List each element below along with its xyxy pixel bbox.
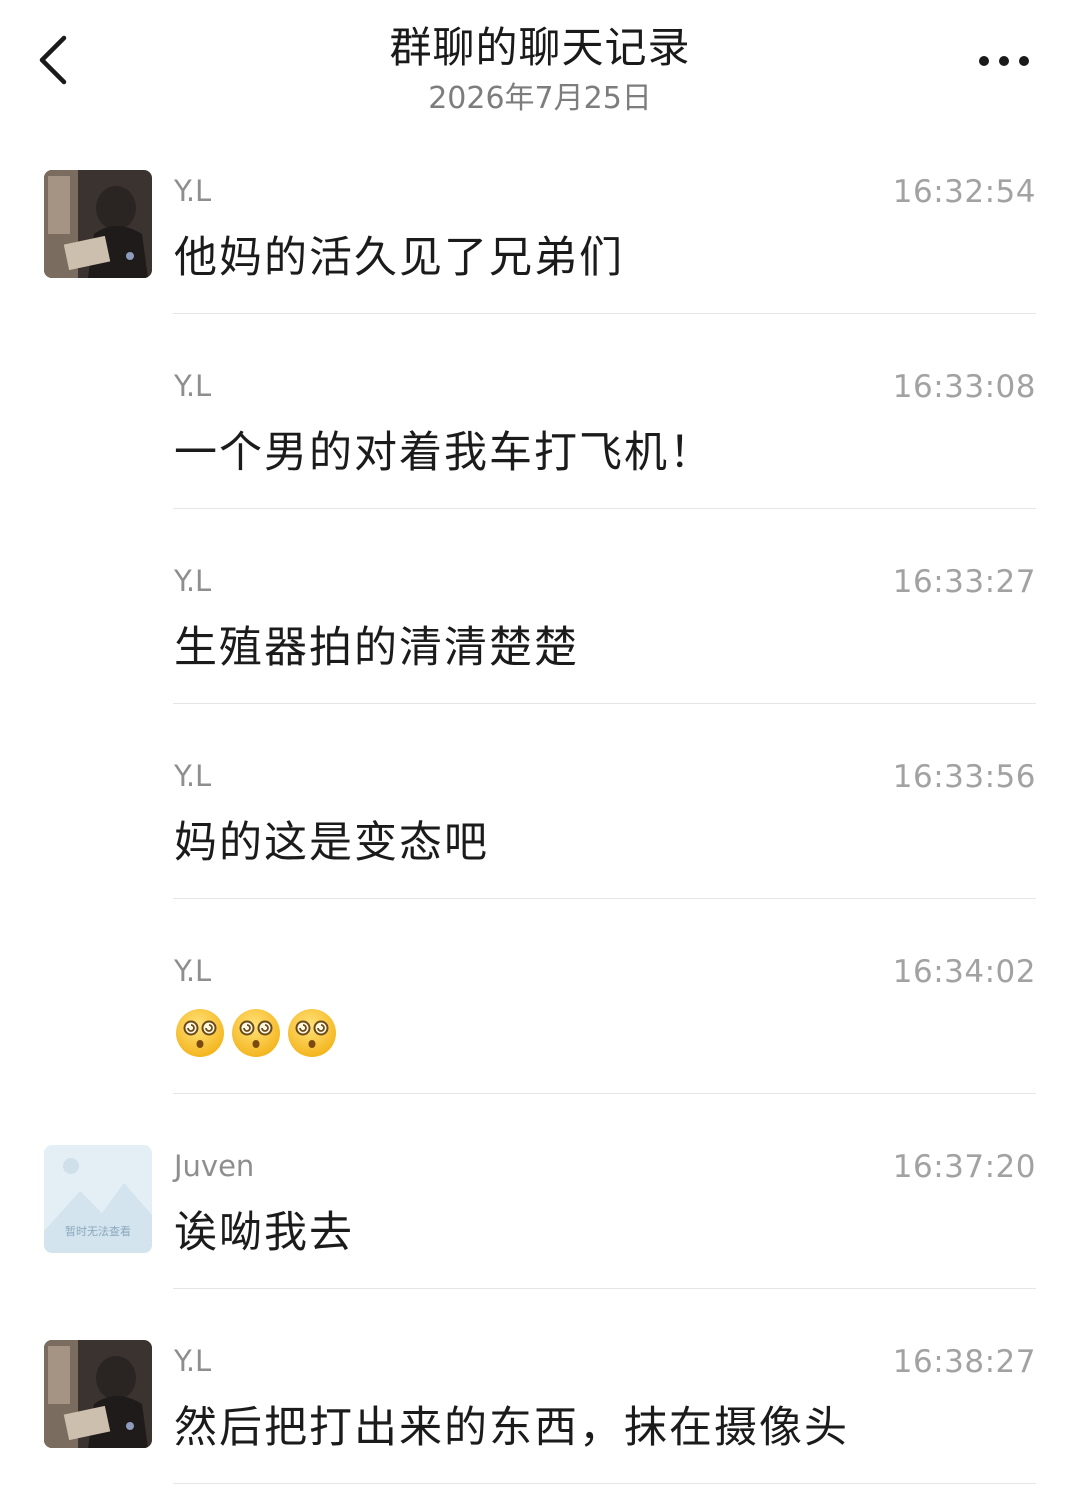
sender-name: Y.L xyxy=(174,954,212,988)
page-date: 2026年7月25日 xyxy=(428,81,652,116)
message-time: 16:33:08 xyxy=(892,369,1036,405)
message-time: 16:33:56 xyxy=(892,759,1036,795)
avatar-caption: 暂时无法查看 xyxy=(65,1225,131,1238)
divider xyxy=(173,1093,1036,1094)
message-text: 他妈的活久见了兄弟们 xyxy=(174,233,624,283)
sender-name: Y.L xyxy=(174,1344,212,1378)
message-time: 16:34:02 xyxy=(892,954,1036,990)
divider xyxy=(173,898,1036,899)
chat-message: Y.L 16:34:02 xyxy=(0,950,1080,1145)
chat-message: 暂时无法查看 Juven 16:37:20 诶呦我去 xyxy=(0,1145,1080,1340)
chat-message: Y.L 16:38:27 然后把打出来的东西，抹在摄像头 xyxy=(0,1340,1080,1506)
dizzy-face-icon xyxy=(232,1009,280,1057)
divider xyxy=(173,1483,1036,1484)
dizzy-face-icon xyxy=(288,1009,336,1057)
divider xyxy=(173,508,1036,509)
message-time: 16:38:27 xyxy=(892,1344,1036,1380)
sender-name: Y.L xyxy=(174,564,212,598)
message-text: 生殖器拍的清清楚楚 xyxy=(174,623,579,673)
message-time: 16:32:54 xyxy=(892,174,1036,210)
message-time: 16:37:20 xyxy=(892,1149,1036,1185)
avatar-photo xyxy=(44,170,152,278)
chat-message: Y.L 16:33:56 妈的这是变态吧 xyxy=(0,755,1080,950)
divider xyxy=(173,313,1036,314)
more-button[interactable] xyxy=(972,46,1036,76)
message-time: 16:33:27 xyxy=(892,564,1036,600)
avatar[interactable] xyxy=(44,1340,152,1448)
chat-record-page: 群聊的聊天记录 2026年7月25日 Y.L 16:32:54 他妈的活久见了兄… xyxy=(0,0,1080,1506)
header: 群聊的聊天记录 2026年7月25日 xyxy=(0,0,1080,130)
message-text: 诶呦我去 xyxy=(174,1208,354,1258)
divider xyxy=(173,1288,1036,1289)
more-dots-icon xyxy=(979,56,1029,66)
message-text: 然后把打出来的东西，抹在摄像头 xyxy=(174,1403,849,1453)
message-text: 妈的这是变态吧 xyxy=(174,818,489,868)
dizzy-face-icon xyxy=(176,1009,224,1057)
page-title: 群聊的聊天记录 xyxy=(389,23,691,72)
message-text: 一个男的对着我车打飞机！ xyxy=(174,428,714,478)
chat-message: Y.L 16:32:54 他妈的活久见了兄弟们 xyxy=(0,170,1080,365)
sender-name: Juven xyxy=(174,1149,255,1183)
emoji-row xyxy=(174,1007,338,1063)
chat-message: Y.L 16:33:27 生殖器拍的清清楚楚 xyxy=(0,560,1080,755)
sender-name: Y.L xyxy=(174,369,212,403)
avatar-placeholder[interactable]: 暂时无法查看 xyxy=(44,1145,152,1253)
divider xyxy=(173,703,1036,704)
avatar[interactable] xyxy=(44,170,152,278)
sender-name: Y.L xyxy=(174,759,212,793)
sender-name: Y.L xyxy=(174,174,212,208)
chat-message: Y.L 16:33:08 一个男的对着我车打飞机！ xyxy=(0,365,1080,560)
avatar-photo xyxy=(44,1340,152,1448)
